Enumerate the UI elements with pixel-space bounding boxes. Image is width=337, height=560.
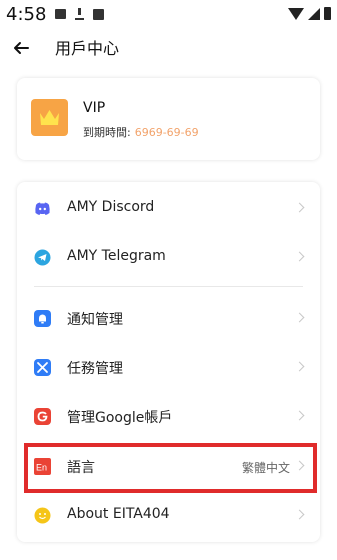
signal-icon: [308, 7, 320, 20]
menu-item-discord[interactable]: AMY Discord: [17, 184, 320, 232]
chevron-right-icon: [294, 509, 305, 520]
menu-item-label: 管理Google帳戶: [67, 410, 173, 426]
vip-expire-date: 6969-69-69: [134, 126, 199, 139]
bell-icon: [34, 310, 51, 327]
menu-item-about[interactable]: About EITA404: [17, 491, 320, 539]
crown-icon: [31, 99, 68, 136]
battery-icon: [324, 7, 331, 20]
arrow-left-icon: [14, 42, 29, 54]
wifi-icon: [288, 7, 304, 20]
menu-item-label: 通知管理: [67, 312, 123, 328]
google-icon: [34, 408, 51, 425]
page-title: 用戶中心: [55, 39, 120, 58]
vip-title: VIP: [83, 100, 106, 116]
highlight-box: [24, 443, 317, 493]
status-time: 4:58: [6, 4, 47, 25]
menu-item-label: AMY Discord: [67, 199, 155, 215]
menu-item-tasks[interactable]: 任務管理: [17, 343, 320, 391]
app-icon: [93, 8, 104, 20]
status-icons-left: [55, 8, 104, 20]
back-button[interactable]: [10, 36, 34, 60]
vip-expire-label: 到期時間:: [83, 126, 131, 139]
menu-item-label: AMY Telegram: [67, 248, 166, 264]
menu-item-notifications[interactable]: 通知管理: [17, 294, 320, 342]
menu-item-label: 任務管理: [67, 361, 123, 377]
status-icons-right: [288, 7, 331, 20]
divider: [34, 286, 303, 287]
menu-item-telegram[interactable]: AMY Telegram: [17, 233, 320, 281]
vip-card: VIP 到期時間: 6969-69-69: [17, 78, 320, 160]
chevron-right-icon: [294, 251, 305, 262]
discord-icon: [34, 200, 51, 217]
menu-item-label: About EITA404: [67, 506, 170, 522]
chevron-right-icon: [294, 361, 305, 372]
menu-item-google-account[interactable]: 管理Google帳戶: [17, 392, 320, 440]
tools-icon: [34, 359, 51, 376]
image-icon: [55, 9, 66, 19]
chevron-right-icon: [294, 202, 305, 213]
app-header: 用戶中心: [0, 30, 337, 66]
chevron-right-icon: [294, 410, 305, 421]
status-bar: 4:58: [0, 0, 337, 30]
chevron-right-icon: [294, 312, 305, 323]
download-icon: [74, 8, 85, 20]
telegram-icon: [34, 249, 51, 266]
smile-icon: [34, 507, 51, 524]
vip-expire: 到期時間: 6969-69-69: [83, 124, 199, 140]
